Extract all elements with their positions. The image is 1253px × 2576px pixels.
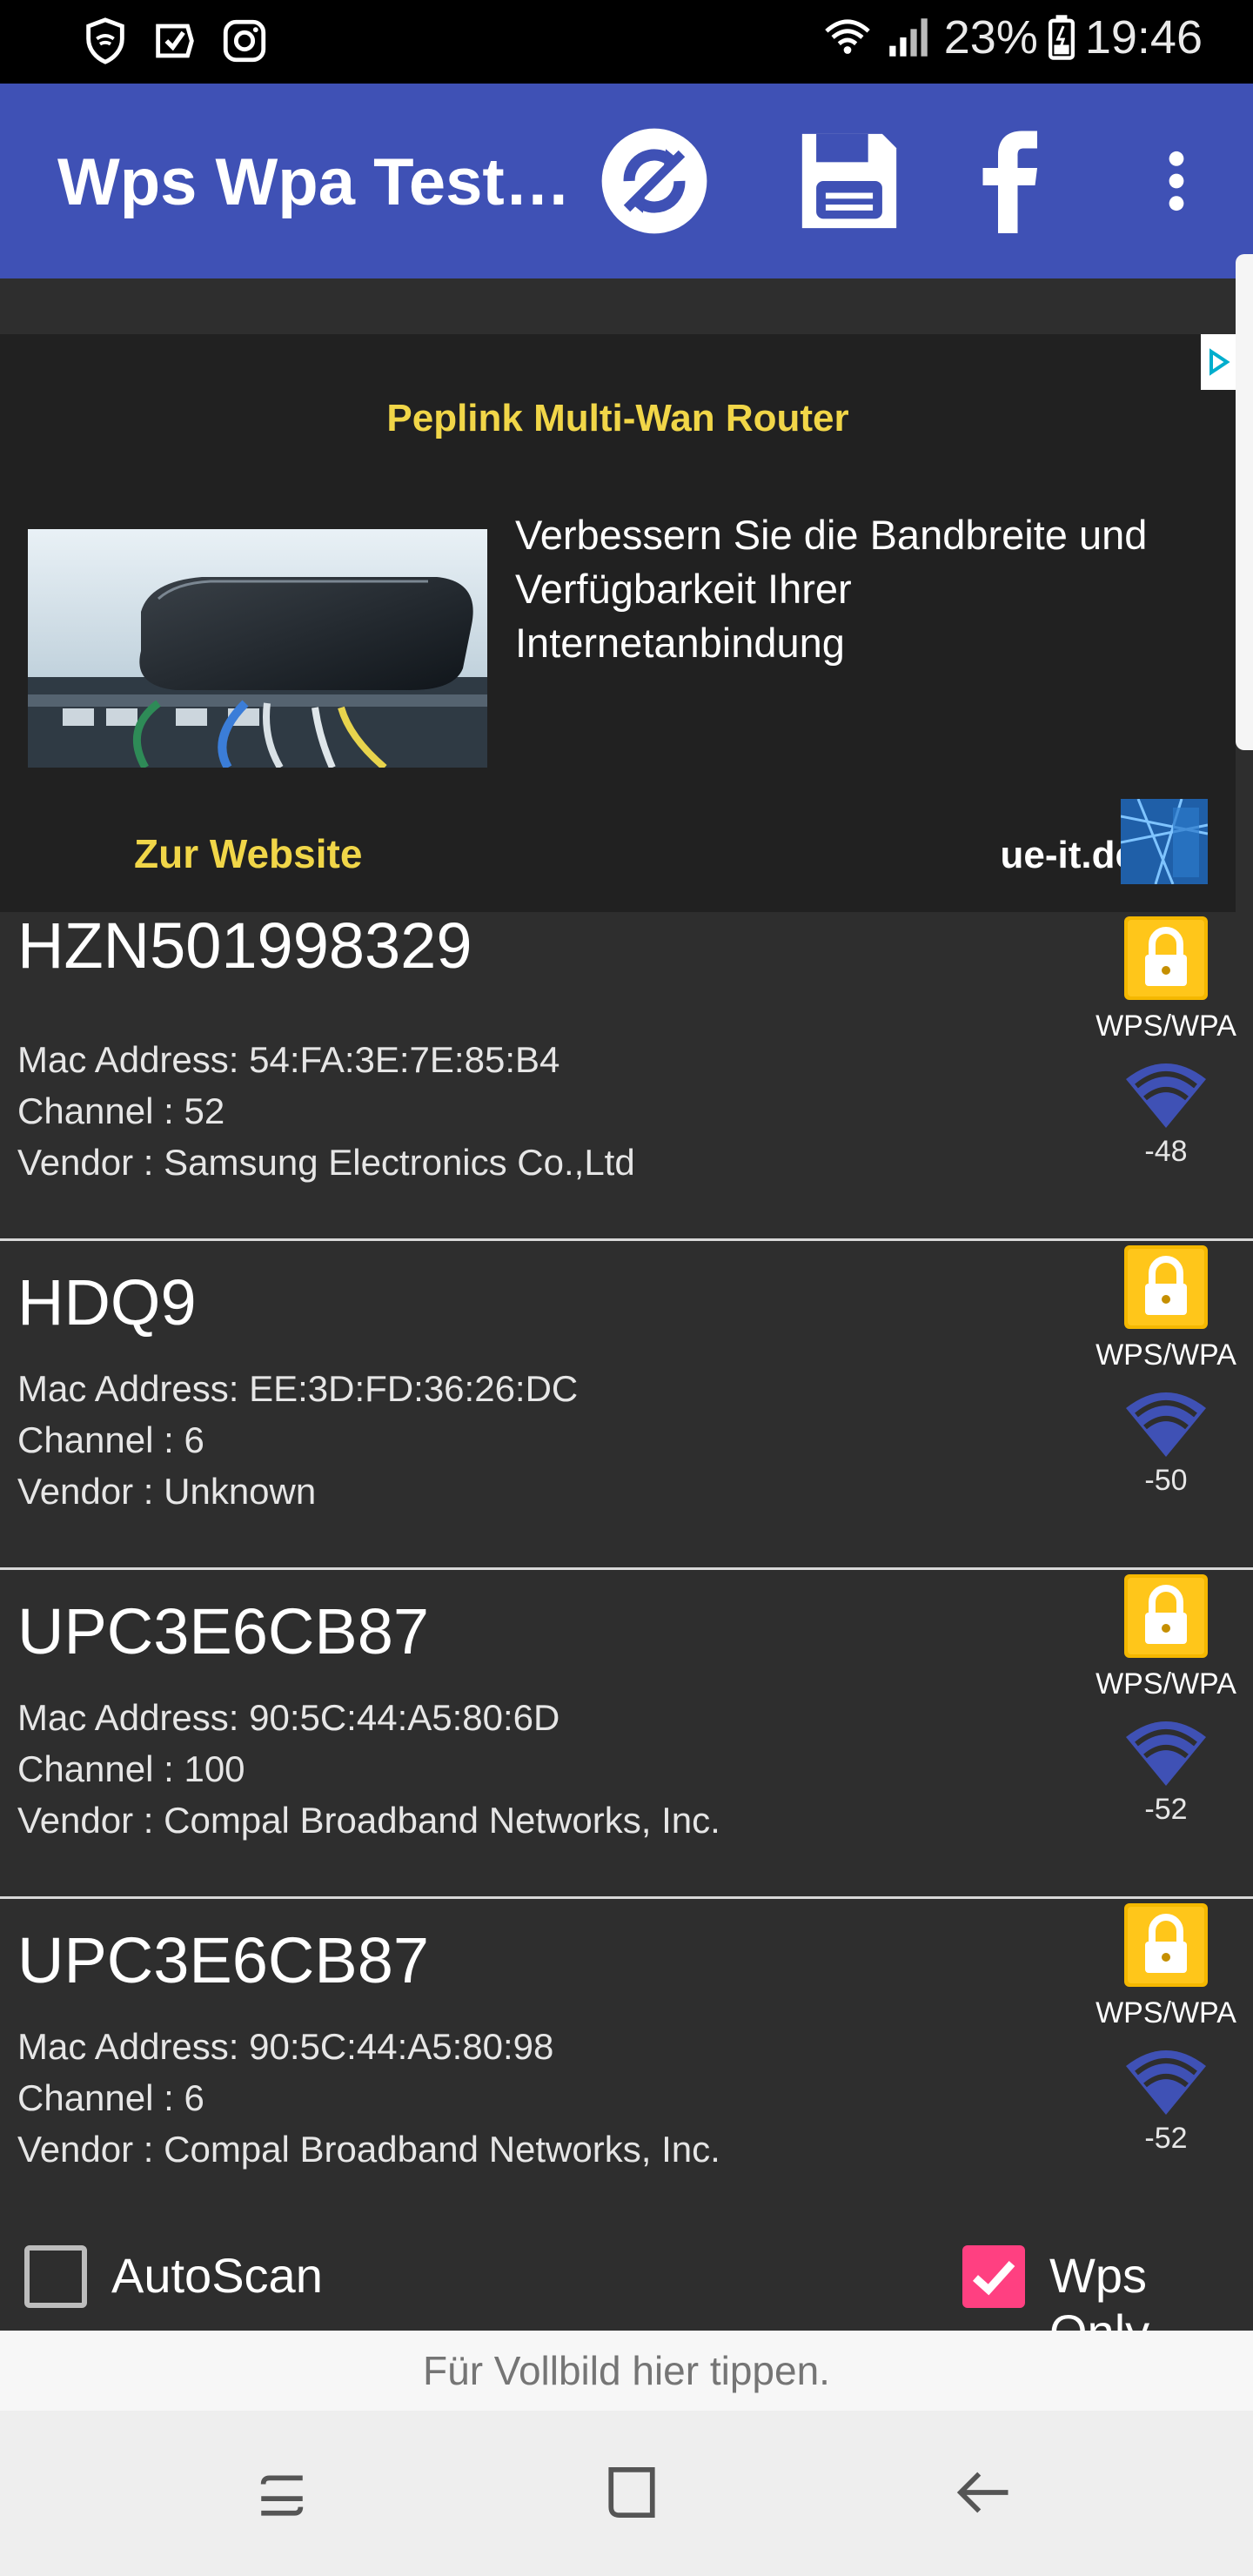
ad-cta-link[interactable]: Zur Website	[134, 830, 362, 877]
ad-choices-icon	[1201, 334, 1236, 390]
wifi-signal-icon	[1126, 1721, 1206, 1786]
refresh-button[interactable]	[595, 122, 714, 240]
instagram-icon	[223, 19, 266, 63]
autoscan-label[interactable]: AutoScan	[111, 2247, 323, 2304]
network-rssi: -50	[1144, 1464, 1188, 1497]
recents-button[interactable]	[230, 2449, 334, 2536]
home-button[interactable]	[580, 2449, 684, 2536]
facebook-share-button[interactable]	[952, 122, 1070, 240]
network-mac: Mac Address: 90:5C:44:A5:80:98	[17, 2026, 554, 2067]
network-security: WPS/WPA	[1096, 1667, 1236, 1701]
wifi-signal-icon	[1126, 2050, 1206, 2115]
lock-icon	[1124, 1245, 1208, 1329]
side-scroll-tab[interactable]	[1236, 254, 1253, 750]
network-row[interactable]: UPC3E6CB87 Mac Address: 90:5C:44:A5:80:9…	[0, 1899, 1253, 2228]
network-row[interactable]: HZN501998329 Mac Address: 54:FA:3E:7E:85…	[0, 909, 1253, 1241]
save-icon	[801, 133, 897, 229]
app-title: Wps Wpa Test…	[57, 145, 571, 219]
network-security: WPS/WPA	[1096, 1996, 1236, 2029]
refresh-icon	[601, 128, 707, 234]
network-channel: Channel : 52	[17, 1090, 225, 1131]
battery-percentage: 23%	[943, 11, 1038, 64]
system-nav-bar	[0, 2411, 1253, 2576]
ad-thumbnail[interactable]	[1120, 798, 1209, 885]
scan-controls: AutoScan Wps Only	[0, 2195, 1253, 2359]
network-row[interactable]: HDQ9 Mac Address: EE:3D:FD:36:26:DC Chan…	[0, 1241, 1253, 1570]
wifi-signal-icon	[1126, 1063, 1206, 1128]
lock-icon	[1124, 1574, 1208, 1658]
app-screen: 23% 19:46 Wps Wpa Test… Peplink Multi-Wa…	[0, 0, 1253, 2576]
recents-icon	[260, 2475, 304, 2516]
home-icon	[608, 2467, 655, 2518]
network-mac: Mac Address: 54:FA:3E:7E:85:B4	[17, 1039, 560, 1080]
ad-router-image[interactable]	[28, 529, 487, 768]
network-ssid: UPC3E6CB87	[17, 1924, 430, 1996]
lock-icon	[1124, 916, 1208, 1000]
overflow-menu-button[interactable]	[1117, 122, 1236, 240]
network-rssi: -48	[1144, 1135, 1188, 1168]
list-header-strip	[0, 278, 1253, 334]
back-button[interactable]	[931, 2449, 1035, 2536]
back-icon	[956, 2472, 1008, 2513]
network-vendor: Vendor : Samsung Electronics Co.,Ltd	[17, 1142, 635, 1183]
network-vendor: Vendor : Compal Broadband Networks, Inc.	[17, 2129, 720, 2170]
clock: 19:46	[1084, 11, 1203, 64]
network-channel: Channel : 6	[17, 1419, 204, 1460]
shield-wifi-status-icon	[86, 17, 124, 64]
network-row[interactable]: UPC3E6CB87 Mac Address: 90:5C:44:A5:80:6…	[0, 1570, 1253, 1899]
network-ssid: HZN501998329	[17, 909, 472, 982]
network-rssi: -52	[1144, 2122, 1188, 2155]
save-button[interactable]	[790, 122, 908, 240]
autoscan-checkbox[interactable]	[24, 2245, 87, 2308]
fullscreen-hint[interactable]: Für Vollbild hier tippen.	[0, 2331, 1253, 2411]
ad-description[interactable]: Verbessern Sie die Bandbreite und Verfüg…	[515, 508, 1176, 670]
status-bar: 23% 19:46	[0, 0, 1253, 84]
wifi-signal-icon	[1126, 1392, 1206, 1457]
network-channel: Channel : 100	[17, 1748, 245, 1789]
checkmark-icon	[972, 2260, 1015, 2296]
ad-banner[interactable]: Peplink Multi-Wan Router Verbessern Sie …	[0, 334, 1236, 912]
app-bar: Wps Wpa Test…	[0, 84, 1253, 278]
lock-icon	[1124, 1903, 1208, 1987]
network-channel: Channel : 6	[17, 2077, 204, 2118]
network-security: WPS/WPA	[1096, 1338, 1236, 1372]
network-vendor: Vendor : Compal Broadband Networks, Inc.	[17, 1800, 720, 1841]
battery-icon	[1048, 15, 1075, 60]
network-mac: Mac Address: EE:3D:FD:36:26:DC	[17, 1368, 579, 1409]
cell-signal-icon	[889, 18, 928, 57]
network-vendor: Vendor : Unknown	[17, 1471, 317, 1512]
ad-domain[interactable]: ue-it.de	[1001, 834, 1136, 877]
facebook-icon	[982, 131, 1037, 233]
check-status-icon	[156, 23, 194, 58]
wps-only-checkbox[interactable]	[962, 2245, 1025, 2308]
more-vert-icon	[1169, 151, 1184, 211]
wifi-status-icon	[824, 19, 870, 54]
network-security: WPS/WPA	[1096, 1010, 1236, 1043]
network-mac: Mac Address: 90:5C:44:A5:80:6D	[17, 1697, 560, 1738]
network-ssid: HDQ9	[17, 1266, 197, 1338]
ad-choices-button[interactable]	[1201, 334, 1236, 390]
ad-title[interactable]: Peplink Multi-Wan Router	[0, 397, 1236, 440]
network-rssi: -52	[1144, 1793, 1188, 1826]
network-ssid: UPC3E6CB87	[17, 1595, 430, 1667]
